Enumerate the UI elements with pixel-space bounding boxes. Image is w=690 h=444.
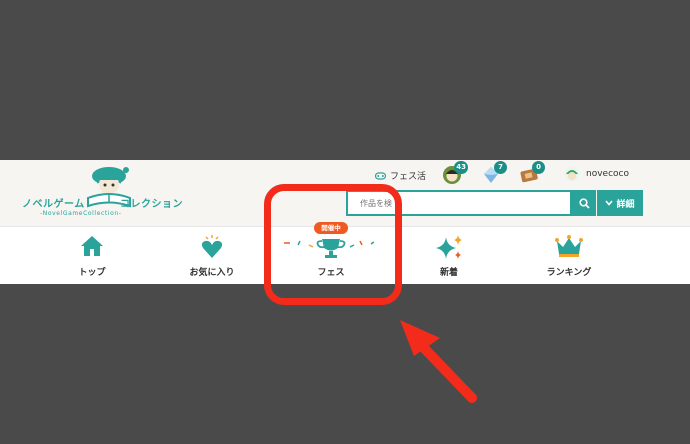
pointer-arrow-icon bbox=[400, 320, 477, 403]
logo-text-right: コレクション bbox=[120, 199, 183, 210]
logo-text-left: ノベルゲーム bbox=[22, 199, 85, 210]
gem-badge[interactable]: 7 bbox=[481, 161, 507, 185]
username: novecoco bbox=[586, 169, 629, 179]
user-bar: フェス活 43 7 0 novecoco bbox=[370, 161, 680, 185]
nav-item-new[interactable]: 新着 bbox=[390, 227, 508, 285]
crown-icon bbox=[555, 235, 583, 257]
user-menu[interactable]: novecoco bbox=[564, 166, 629, 182]
avatar-badge-count: 43 bbox=[454, 161, 468, 174]
fes-activity-link[interactable]: フェス活 bbox=[375, 169, 426, 182]
home-icon bbox=[81, 236, 103, 256]
ticket-badge-count: 0 bbox=[532, 161, 545, 174]
nav-item-ranking[interactable]: ランキング bbox=[510, 227, 628, 285]
site-logo[interactable]: ノベルゲーム コレクション -NovelGameCollection- bbox=[18, 164, 190, 222]
detail-label: 詳細 bbox=[616, 199, 635, 210]
nav-label-top: トップ bbox=[78, 268, 106, 278]
highlight-box bbox=[264, 184, 402, 305]
ticket-badge[interactable]: 0 bbox=[519, 161, 545, 185]
gem-badge-count: 7 bbox=[494, 161, 507, 174]
fes-activity-label: フェス活 bbox=[390, 172, 427, 182]
nav-item-favorites[interactable]: お気に入り bbox=[153, 227, 271, 285]
logo-subtitle: -NovelGameCollection- bbox=[40, 210, 122, 217]
nav-label-new: 新着 bbox=[439, 268, 458, 278]
nav-label-favorites: お気に入り bbox=[189, 268, 235, 278]
detail-search-button[interactable]: 詳細 bbox=[597, 190, 643, 216]
search-icon bbox=[578, 197, 590, 209]
chevron-down-icon bbox=[605, 200, 614, 206]
sparkle-icon bbox=[436, 235, 462, 259]
search-button[interactable] bbox=[572, 190, 596, 216]
heart-icon bbox=[201, 235, 223, 258]
nav-item-top[interactable]: トップ bbox=[33, 227, 151, 285]
nav-label-ranking: ランキング bbox=[546, 268, 592, 278]
gamepad-icon bbox=[375, 171, 386, 180]
user-avatar-icon bbox=[564, 166, 580, 182]
avatar-badge[interactable]: 43 bbox=[442, 161, 468, 185]
